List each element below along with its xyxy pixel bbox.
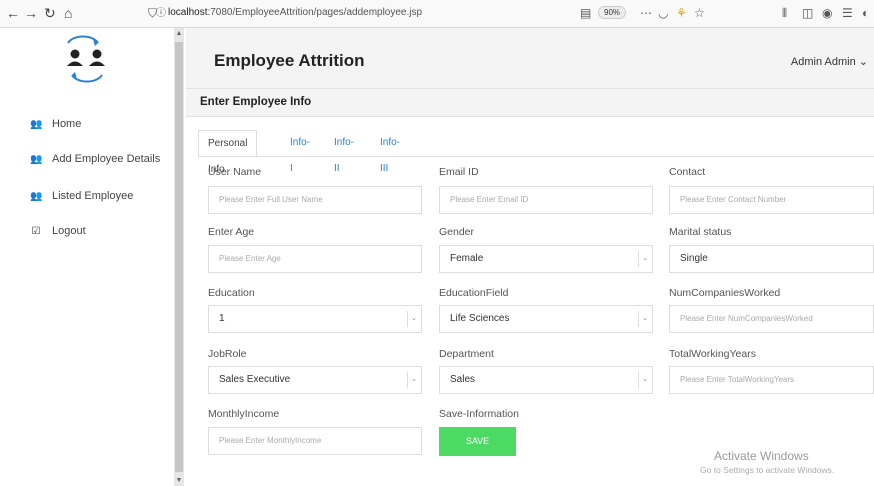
scroll-thumb[interactable] [175, 42, 183, 472]
marital-select[interactable]: Single [669, 245, 874, 273]
education-label: Education [208, 287, 255, 299]
contact-input[interactable]: Please Enter Contact Number [669, 186, 874, 214]
tab-info-2[interactable]: Info-II [334, 130, 354, 174]
job-role-value: Sales Executive [219, 374, 291, 385]
chevron-down-icon: ⌄ [858, 56, 868, 68]
activate-windows-title: Activate Windows [714, 449, 809, 463]
reload-icon[interactable]: ↻ [44, 4, 56, 22]
app-header: Employee Attrition Admin Admin ⌄ [186, 28, 874, 89]
tab-divider [198, 156, 874, 157]
education-field-label: EducationField [439, 287, 509, 299]
department-select[interactable]: Sales ⌄ [439, 366, 653, 394]
users-icon: 👥 [30, 118, 43, 130]
job-role-label: JobRole [208, 348, 247, 360]
sidebar-scrollbar[interactable]: ▲ ▼ [174, 28, 184, 486]
age-label: Enter Age [208, 226, 255, 238]
employee-logo-icon [67, 35, 105, 83]
gender-select[interactable]: Female ⌄ [439, 245, 653, 273]
reader-view-icon[interactable]: ▤ [580, 6, 591, 20]
more-actions-icon[interactable]: ⋯ [640, 6, 652, 20]
education-field-value: Life Sciences [450, 313, 510, 324]
num-companies-label: NumCompaniesWorked [669, 287, 781, 299]
sidebar-item-logout[interactable]: ☑ Logout [30, 225, 86, 237]
gender-value: Female [450, 253, 484, 264]
user-name: Admin Admin [790, 56, 856, 68]
section-title: Enter Employee Info [200, 96, 312, 108]
chevron-down-icon: ⌄ [407, 311, 420, 327]
address-bar[interactable]: localhost:7080/EmployeeAttrition/pages/a… [168, 7, 422, 18]
education-value: 1 [219, 313, 225, 324]
chevron-down-icon: ⌄ [638, 251, 651, 267]
zoom-level[interactable]: 90% [598, 6, 627, 19]
info-icon[interactable]: ⓘ [156, 7, 166, 21]
activate-windows-subtitle: Go to Settings to activate Windows. [700, 465, 835, 475]
sidebar: 👥 Home 👥 Add Employee Details 👥 Listed E… [0, 28, 172, 486]
tab-personal-info[interactable]: Personal Info [198, 130, 258, 175]
tab-info-1[interactable]: Info-I [290, 130, 310, 174]
sidebar-item-listed-employee[interactable]: 👥 Listed Employee [30, 190, 133, 202]
education-select[interactable]: 1 ⌄ [208, 305, 422, 333]
monthly-income-label: MonthlyIncome [208, 408, 280, 420]
user-menu[interactable]: Admin Admin ⌄ [791, 55, 868, 68]
sidebar-item-label: Logout [52, 225, 86, 237]
scroll-up-icon[interactable]: ▲ [174, 30, 184, 37]
user-name-input[interactable]: Please Enter Full User Name [208, 186, 422, 214]
save-information-label: Save-Information [439, 408, 519, 420]
forward-arrow-icon[interactable]: → [24, 4, 38, 22]
sidebar-toggle-icon[interactable]: ◫ [802, 6, 813, 20]
sidebar-item-home[interactable]: 👥 Home [30, 118, 81, 130]
logo [0, 28, 172, 90]
total-years-label: TotalWorkingYears [669, 348, 756, 360]
chevron-down-icon: ⌄ [407, 372, 420, 388]
num-companies-input[interactable]: Please Enter NumCompaniesWorked [669, 305, 874, 333]
back-arrow-icon[interactable]: ← [6, 4, 20, 22]
education-field-select[interactable]: Life Sciences ⌄ [439, 305, 653, 333]
sidebar-item-add-employee[interactable]: 👥 Add Employee Details [30, 153, 160, 165]
marital-label: Marital status [669, 226, 732, 238]
url-host: localhost [168, 7, 208, 18]
users-icon: 👥 [30, 190, 43, 202]
pocket-icon[interactable]: ◡ [658, 6, 668, 20]
age-input[interactable]: Please Enter Age [208, 245, 422, 273]
department-value: Sales [450, 374, 476, 385]
home-icon[interactable]: ⌂ [64, 4, 72, 22]
account-icon[interactable]: ◉ [822, 6, 832, 20]
sidebar-item-label: Listed Employee [52, 190, 134, 202]
department-label: Department [439, 348, 494, 360]
gender-label: Gender [439, 226, 475, 238]
menu-icon[interactable]: ☰ [842, 6, 853, 20]
user-name-label: User Name [208, 166, 262, 178]
email-input[interactable]: Please Enter Email ID [439, 186, 653, 214]
tab-info-3[interactable]: Info-III [380, 130, 400, 174]
monthly-income-input[interactable]: Please Enter MonthlyIncome [208, 427, 422, 455]
chevron-down-icon: ⌄ [638, 311, 651, 327]
marital-value: Single [680, 253, 708, 264]
total-years-input[interactable]: Please Enter TotalWorkingYears [669, 366, 874, 394]
browser-toolbar: ← → ↻ ⌂ ⛉ ⓘ localhost:7080/EmployeeAttri… [0, 0, 874, 28]
url-path: :7080/EmployeeAttrition/pages/addemploye… [207, 7, 423, 18]
sidebar-item-label: Home [52, 118, 82, 130]
extension-icon[interactable]: ⚘ [676, 6, 687, 20]
bookmark-star-icon[interactable]: ☆ [694, 6, 705, 20]
job-role-select[interactable]: Sales Executive ⌄ [208, 366, 422, 394]
email-label: Email ID [439, 166, 479, 178]
scroll-down-icon[interactable]: ▼ [174, 477, 184, 484]
users-icon: 👥 [30, 153, 43, 165]
section-header: Enter Employee Info [186, 89, 874, 117]
extension-2-icon[interactable]: ◐ [862, 6, 869, 20]
sidebar-item-label: Add Employee Details [52, 153, 161, 165]
app-title: Employee Attrition [214, 51, 365, 70]
chevron-down-icon: ⌄ [638, 372, 651, 388]
contact-label: Contact [669, 166, 706, 178]
save-button[interactable]: SAVE [439, 427, 516, 456]
library-icon[interactable]: ⫴ [782, 6, 787, 20]
checkbox-icon: ☑ [31, 225, 41, 237]
